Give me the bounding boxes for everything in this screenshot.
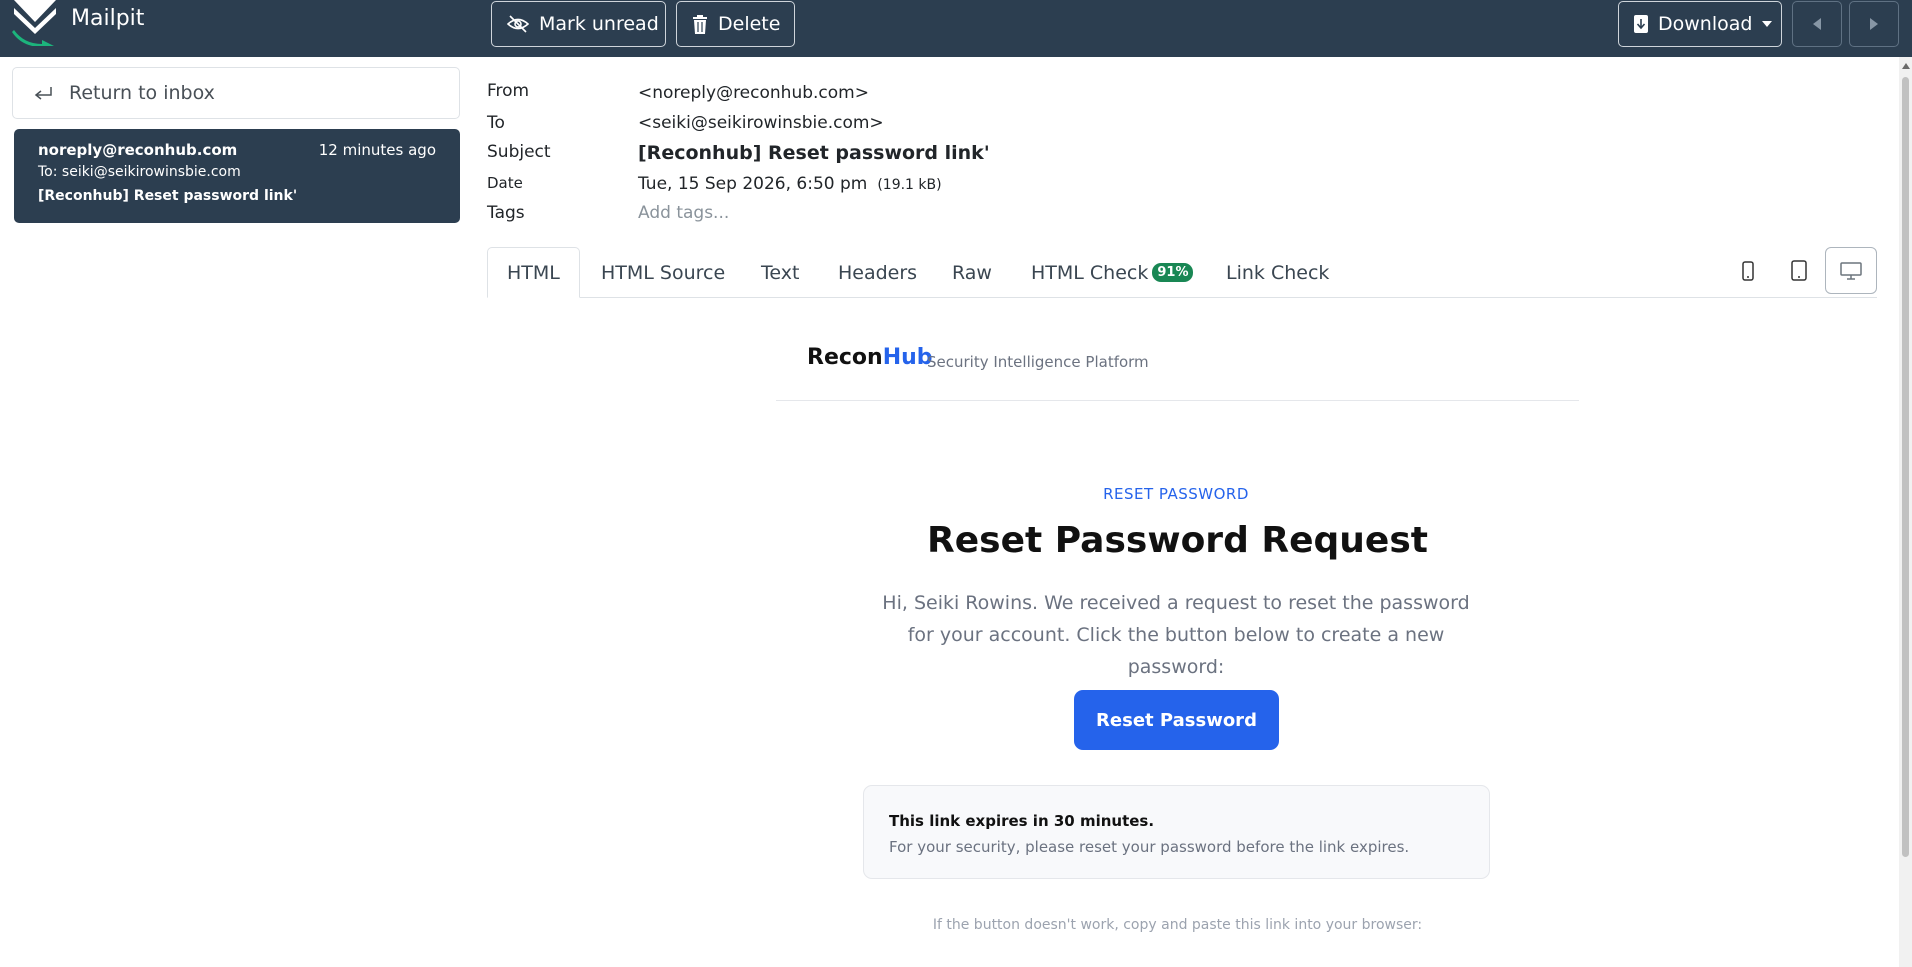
message-view-tabs: HTML HTML Source Text Headers Raw HTML C… bbox=[487, 247, 1877, 298]
trash-icon bbox=[693, 14, 707, 34]
to-value: <seiki@seikirowinsbie.com> bbox=[638, 113, 884, 133]
message-time: 12 minutes ago bbox=[318, 141, 436, 159]
date-row: Tue, 15 Sep 2026, 6:50 pm (19.1 kB) bbox=[638, 174, 942, 194]
subject-value: [Reconhub] Reset password link' bbox=[638, 142, 990, 164]
tablet-view-button[interactable] bbox=[1773, 247, 1825, 294]
tab-html-check[interactable]: HTML Check 91% bbox=[1031, 247, 1194, 298]
brand-divider bbox=[776, 400, 1579, 401]
mark-unread-label: Mark unread bbox=[539, 13, 659, 35]
subject-label: Subject bbox=[487, 142, 551, 162]
phone-view-button[interactable] bbox=[1722, 247, 1774, 294]
top-navbar: Mailpit Mark unread Delete Download bbox=[0, 0, 1912, 57]
expiry-notice-title: This link expires in 30 minutes. bbox=[889, 812, 1155, 830]
caret-left-icon bbox=[1813, 18, 1821, 30]
tablet-icon bbox=[1791, 260, 1807, 281]
tab-text[interactable]: Text bbox=[761, 247, 799, 298]
previous-message-button[interactable] bbox=[1792, 1, 1842, 47]
phone-icon bbox=[1742, 260, 1754, 281]
download-dropdown-button[interactable]: Download bbox=[1618, 1, 1782, 47]
mailpit-logo-icon[interactable] bbox=[10, 0, 60, 46]
message-subject: [Reconhub] Reset password link' bbox=[38, 188, 298, 204]
desktop-view-button[interactable] bbox=[1825, 247, 1877, 294]
email-eyebrow: RESET PASSWORD bbox=[1103, 485, 1249, 503]
tab-html[interactable]: HTML bbox=[487, 247, 580, 298]
return-arrow-icon bbox=[34, 87, 52, 100]
message-size: (19.1 kB) bbox=[877, 177, 942, 193]
tab-html-source[interactable]: HTML Source bbox=[601, 247, 725, 298]
desktop-icon bbox=[1840, 261, 1862, 280]
date-label: Date bbox=[487, 174, 523, 192]
caret-down-icon bbox=[1762, 21, 1773, 27]
tab-raw[interactable]: Raw bbox=[952, 247, 992, 298]
file-download-icon bbox=[1634, 15, 1648, 33]
content-scrollbar[interactable] bbox=[1899, 57, 1912, 967]
email-headline: Reset Password Request bbox=[927, 520, 1428, 561]
message-from: noreply@reconhub.com bbox=[38, 141, 238, 159]
brand-logo: ReconHub bbox=[807, 345, 933, 370]
date-value: Tue, 15 Sep 2026, 6:50 pm bbox=[638, 174, 868, 194]
delete-label: Delete bbox=[718, 13, 781, 35]
reset-password-button[interactable]: Reset Password bbox=[1074, 690, 1279, 750]
scroll-up-arrow-icon[interactable] bbox=[1902, 63, 1910, 69]
tab-headers[interactable]: Headers bbox=[838, 247, 917, 298]
app-name[interactable]: Mailpit bbox=[71, 6, 144, 31]
message-to: To: seiki@seikirowinsbie.com bbox=[38, 164, 241, 180]
return-to-inbox-button[interactable]: Return to inbox bbox=[12, 67, 460, 119]
download-label: Download bbox=[1658, 13, 1753, 35]
tags-label: Tags bbox=[487, 203, 525, 223]
message-list-item[interactable]: noreply@reconhub.com 12 minutes ago To: … bbox=[14, 129, 460, 223]
mark-unread-button[interactable]: Mark unread bbox=[491, 1, 666, 47]
next-message-button[interactable] bbox=[1849, 1, 1899, 47]
return-to-inbox-label: Return to inbox bbox=[69, 82, 215, 104]
expiry-notice: This link expires in 30 minutes. For you… bbox=[863, 785, 1490, 879]
eye-slash-icon bbox=[507, 15, 529, 33]
brand-hub: Hub bbox=[882, 345, 933, 370]
brand-recon: Recon bbox=[807, 345, 883, 370]
scrollbar-thumb[interactable] bbox=[1902, 77, 1909, 857]
tags-input[interactable]: Add tags... bbox=[638, 203, 729, 223]
fallback-link-text: If the button doesn't work, copy and pas… bbox=[932, 917, 1423, 933]
html-check-score-badge: 91% bbox=[1152, 263, 1194, 282]
brand-tagline: Security Intelligence Platform bbox=[927, 353, 1149, 371]
email-body-text: Hi, Seiki Rowins. We received a request … bbox=[882, 592, 1470, 678]
tab-html-check-label: HTML Check bbox=[1031, 261, 1149, 284]
to-label: To bbox=[487, 113, 505, 133]
tab-link-check[interactable]: Link Check bbox=[1226, 247, 1329, 298]
from-value: <noreply@reconhub.com> bbox=[638, 83, 869, 103]
from-label: From bbox=[487, 81, 530, 101]
caret-right-icon bbox=[1870, 18, 1878, 30]
delete-button[interactable]: Delete bbox=[676, 1, 795, 47]
expiry-notice-text: For your security, please reset your pas… bbox=[889, 838, 1410, 856]
